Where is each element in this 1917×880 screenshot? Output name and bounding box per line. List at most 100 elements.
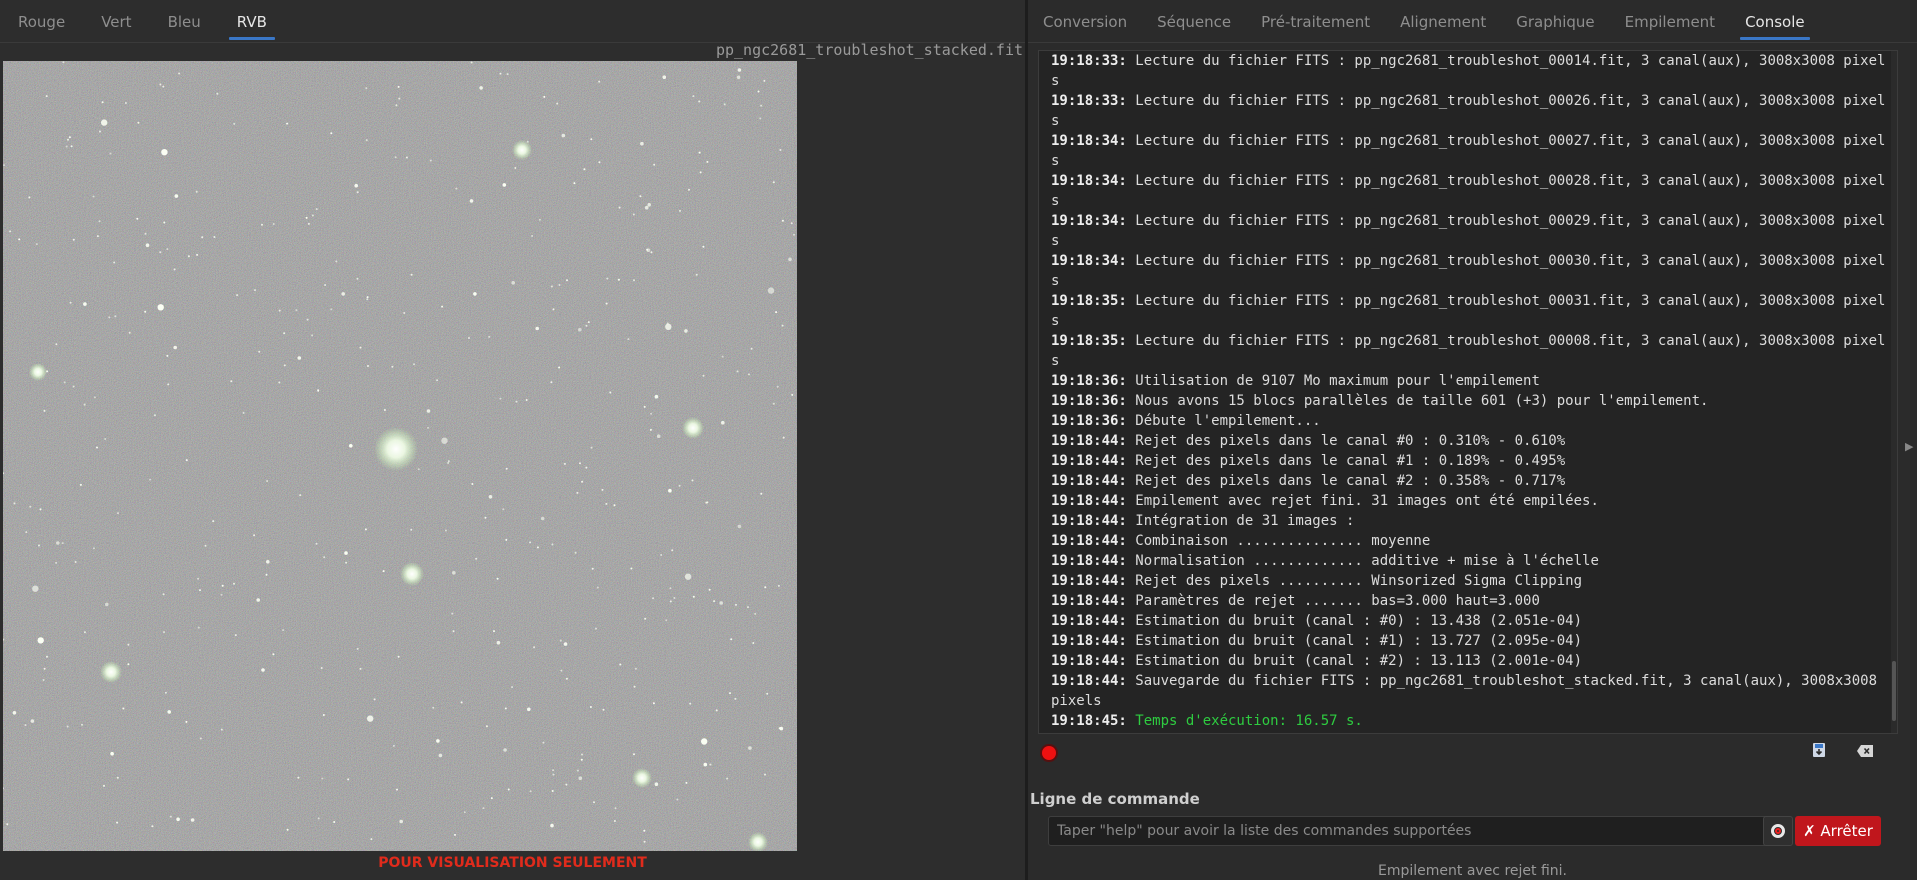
console-message: Lecture du fichier FITS : pp_ngc2681_tro… [1051,173,1886,209]
help-button[interactable] [1763,816,1793,846]
stop-button-label: Arrêter [1820,822,1873,840]
console-line: 19:18:44: Rejet des pixels .......... Wi… [1051,571,1891,591]
console-timestamp: 19:18:44: [1051,433,1127,449]
console-line: 19:18:44: Empilement avec rejet fini. 31… [1051,491,1891,511]
tab-pretraitement[interactable]: Pré-traitement [1246,0,1385,42]
console-timestamp: 19:18:45: [1051,713,1127,729]
console-line: 19:18:34: Lecture du fichier FITS : pp_n… [1051,171,1891,211]
tab-empilement[interactable]: Empilement [1610,0,1730,42]
console-timestamp: 19:18:33: [1051,53,1127,69]
tab-rvb[interactable]: RVB [219,0,285,42]
console-timestamp: 19:18:34: [1051,213,1127,229]
console-timestamp: 19:18:36: [1051,413,1127,429]
tab-graphique[interactable]: Graphique [1501,0,1609,42]
console-line: 19:18:44: Normalisation ............. ad… [1051,551,1891,571]
console-line: 19:18:44: Intégration de 31 images : [1051,511,1891,531]
console-line: 19:18:44: Rejet des pixels dans le canal… [1051,431,1891,451]
console-timestamp: 19:18:44: [1051,473,1127,489]
console-log[interactable]: 19:18:33: Lecture du fichier FITS : pp_n… [1038,50,1898,734]
tool-tabbar: Conversion Séquence Pré-traitement Align… [1028,0,1917,43]
console-message: Paramètres de rejet ....... bas=3.000 ha… [1126,593,1540,609]
clear-log-icon[interactable] [1854,742,1876,764]
console-message: Rejet des pixels dans le canal #1 : 0.18… [1126,453,1566,469]
console-timestamp: 19:18:36: [1051,373,1127,389]
console-timestamp: 19:18:44: [1051,633,1127,649]
console-line: 19:18:44: Estimation du bruit (canal : #… [1051,611,1891,631]
console-message: Rejet des pixels .......... Winsorized S… [1126,573,1583,589]
console-timestamp: 19:18:44: [1051,513,1127,529]
console-message: Temps d'exécution: 16.57 s. [1126,713,1363,729]
console-message: Estimation du bruit (canal : #2) : 13.11… [1126,653,1583,669]
console-message: Lecture du fichier FITS : pp_ngc2681_tro… [1051,333,1886,369]
command-line-label: Ligne de commande [1030,790,1200,808]
console-message: Lecture du fichier FITS : pp_ngc2681_tro… [1051,93,1886,129]
console-timestamp: 19:18:34: [1051,133,1127,149]
preview-only-label: POUR VISUALISATION SEULEMENT [378,855,647,871]
console-timestamp: 19:18:34: [1051,253,1127,269]
console-timestamp: 19:18:44: [1051,493,1127,509]
console-message: Lecture du fichier FITS : pp_ngc2681_tro… [1051,53,1886,89]
console-line: 19:18:36: Nous avons 15 blocs parallèles… [1051,391,1891,411]
console-timestamp: 19:18:35: [1051,333,1127,349]
console-line: 19:18:36: Utilisation de 9107 Mo maximum… [1051,371,1891,391]
record-icon[interactable] [1042,746,1056,760]
star-field-canvas [3,61,797,851]
console-line: 19:18:44: Rejet des pixels dans le canal… [1051,471,1891,491]
console-timestamp: 19:18:34: [1051,173,1127,189]
help-lifebuoy-icon [1771,824,1785,838]
save-log-icon[interactable] [1808,742,1830,764]
console-line: 19:18:33: Lecture du fichier FITS : pp_n… [1051,51,1891,91]
tab-bleu[interactable]: Bleu [150,0,219,42]
console-message: Lecture du fichier FITS : pp_ngc2681_tro… [1051,133,1886,169]
tab-conversion[interactable]: Conversion [1028,0,1142,42]
tab-sequence[interactable]: Séquence [1142,0,1246,42]
console-timestamp: 19:18:44: [1051,613,1127,629]
tab-rouge[interactable]: Rouge [0,0,83,42]
tab-vert[interactable]: Vert [83,0,149,42]
console-timestamp: 19:18:33: [1051,93,1127,109]
console-timestamp: 19:18:44: [1051,533,1127,549]
channel-tabbar: Rouge Vert Bleu RVB [0,0,1025,43]
console-line: 19:18:44: Combinaison ............... mo… [1051,531,1891,551]
tab-console[interactable]: Console [1730,0,1820,42]
console-line: 19:18:34: Lecture du fichier FITS : pp_n… [1051,251,1891,291]
console-message: Débute l'empilement... [1126,413,1321,429]
console-line: 19:18:44: Rejet des pixels dans le canal… [1051,451,1891,471]
console-line: 19:18:44: Sauvegarde du fichier FITS : p… [1051,671,1891,711]
tab-alignement[interactable]: Alignement [1385,0,1501,42]
console-timestamp: 19:18:36: [1051,393,1127,409]
console-message: Combinaison ............... moyenne [1126,533,1431,549]
console-message: Nous avons 15 blocs parallèles de taille… [1126,393,1709,409]
console-line: 19:18:34: Lecture du fichier FITS : pp_n… [1051,131,1891,171]
console-timestamp: 19:18:44: [1051,573,1127,589]
console-message: Rejet des pixels dans le canal #0 : 0.31… [1126,433,1566,449]
console-message: Lecture du fichier FITS : pp_ngc2681_tro… [1051,213,1886,249]
console-timestamp: 19:18:44: [1051,553,1127,569]
console-message: Sauvegarde du fichier FITS : pp_ngc2681_… [1051,673,1886,709]
console-message: Normalisation ............. additive + m… [1126,553,1599,569]
console-message: Intégration de 31 images : [1126,513,1355,529]
console-line: 19:18:36: Débute l'empilement... [1051,411,1891,431]
status-bar-text: Empilement avec rejet fini. [1378,863,1567,879]
console-timestamp: 19:18:35: [1051,293,1127,309]
image-filename: pp_ngc2681_troubleshot_stacked.fit [715,41,1023,59]
console-message: Estimation du bruit (canal : #0) : 13.43… [1126,613,1583,629]
console-timestamp: 19:18:44: [1051,653,1127,669]
console-message: Empilement avec rejet fini. 31 images on… [1126,493,1599,509]
console-line: 19:18:35: Lecture du fichier FITS : pp_n… [1051,291,1891,331]
stop-button[interactable]: ✗ Arrêter [1795,816,1881,846]
console-line: 19:18:35: Lecture du fichier FITS : pp_n… [1051,331,1891,371]
console-timestamp: 19:18:44: [1051,453,1127,469]
console-message: Lecture du fichier FITS : pp_ngc2681_tro… [1051,293,1886,329]
image-pane: Rouge Vert Bleu RVB pp_ngc2681_troublesh… [0,0,1025,880]
console-message: Estimation du bruit (canal : #1) : 13.72… [1126,633,1583,649]
console-scrollbar[interactable] [1891,51,1897,733]
console-line: 19:18:44: Estimation du bruit (canal : #… [1051,631,1891,651]
console-timestamp: 19:18:44: [1051,673,1127,689]
console-line: 19:18:44: Paramètres de rejet ....... ba… [1051,591,1891,611]
console-message: Lecture du fichier FITS : pp_ngc2681_tro… [1051,253,1886,289]
console-line: 19:18:45: Temps d'exécution: 16.57 s. [1051,711,1891,731]
panel-expand-arrow-icon[interactable]: ▶ [1905,440,1913,453]
star-field-image[interactable] [3,61,797,851]
command-input[interactable] [1048,816,1768,846]
